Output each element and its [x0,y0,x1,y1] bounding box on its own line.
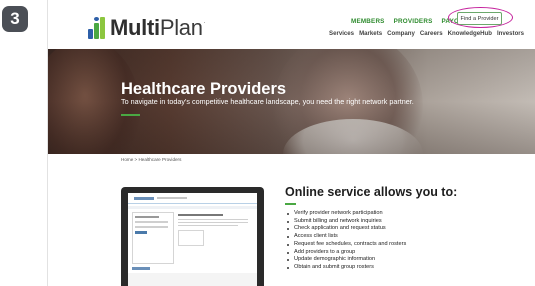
logo-wordmark: MultiPlan [110,15,203,40]
subnav-services[interactable]: Services [329,30,354,37]
list-item: Check application and request status [287,225,406,233]
list-item: Obtain and submit group rosters [287,264,406,272]
list-item: Submit billing and network inquiries [287,218,406,226]
sub-nav: Services Markets Company Careers Knowled… [324,29,524,38]
list-item: Update demographic information [287,256,406,264]
hero-accent-bar [121,114,140,116]
subnav-markets[interactable]: Markets [359,30,382,37]
portal-screenshot-image [121,187,264,286]
bullet-icon [287,259,289,262]
bullet-icon [287,236,289,239]
list-item: Access client lists [287,233,406,241]
subnav-company[interactable]: Company [387,30,415,37]
breadcrumb[interactable]: Home > Healthcare Providers [121,157,181,162]
bullet-icon [287,228,289,231]
bullet-icon [287,220,289,223]
nav-providers[interactable]: PROVIDERS [394,18,433,25]
bullet-icon [287,251,289,254]
subnav-investors[interactable]: Investors [497,30,524,37]
services-accent-bar [285,203,296,205]
bullet-icon [287,243,289,246]
list-item: Verify provider network participation [287,210,406,218]
subnav-careers[interactable]: Careers [420,30,443,37]
services-heading: Online service allows you to: [285,185,458,199]
bullet-icon [287,266,289,269]
list-item: Add providers to a group [287,249,406,257]
nav-members[interactable]: MEMBERS [351,18,385,25]
services-list: Verify provider network participation Su… [287,210,406,272]
highlight-circle [448,7,513,28]
logo-tm: . [203,19,206,25]
multiplan-logo[interactable]: MultiPlan . [88,13,205,39]
subnav-knowledgehub[interactable]: KnowledgeHub [448,30,492,37]
bullet-icon [287,213,289,215]
logo-mark-icon [88,17,108,39]
list-item: Request fee schedules, contracts and ros… [287,241,406,249]
hero-subtitle: To navigate in today’s competitive healt… [121,97,414,106]
step-number-badge: 3 [2,6,28,32]
